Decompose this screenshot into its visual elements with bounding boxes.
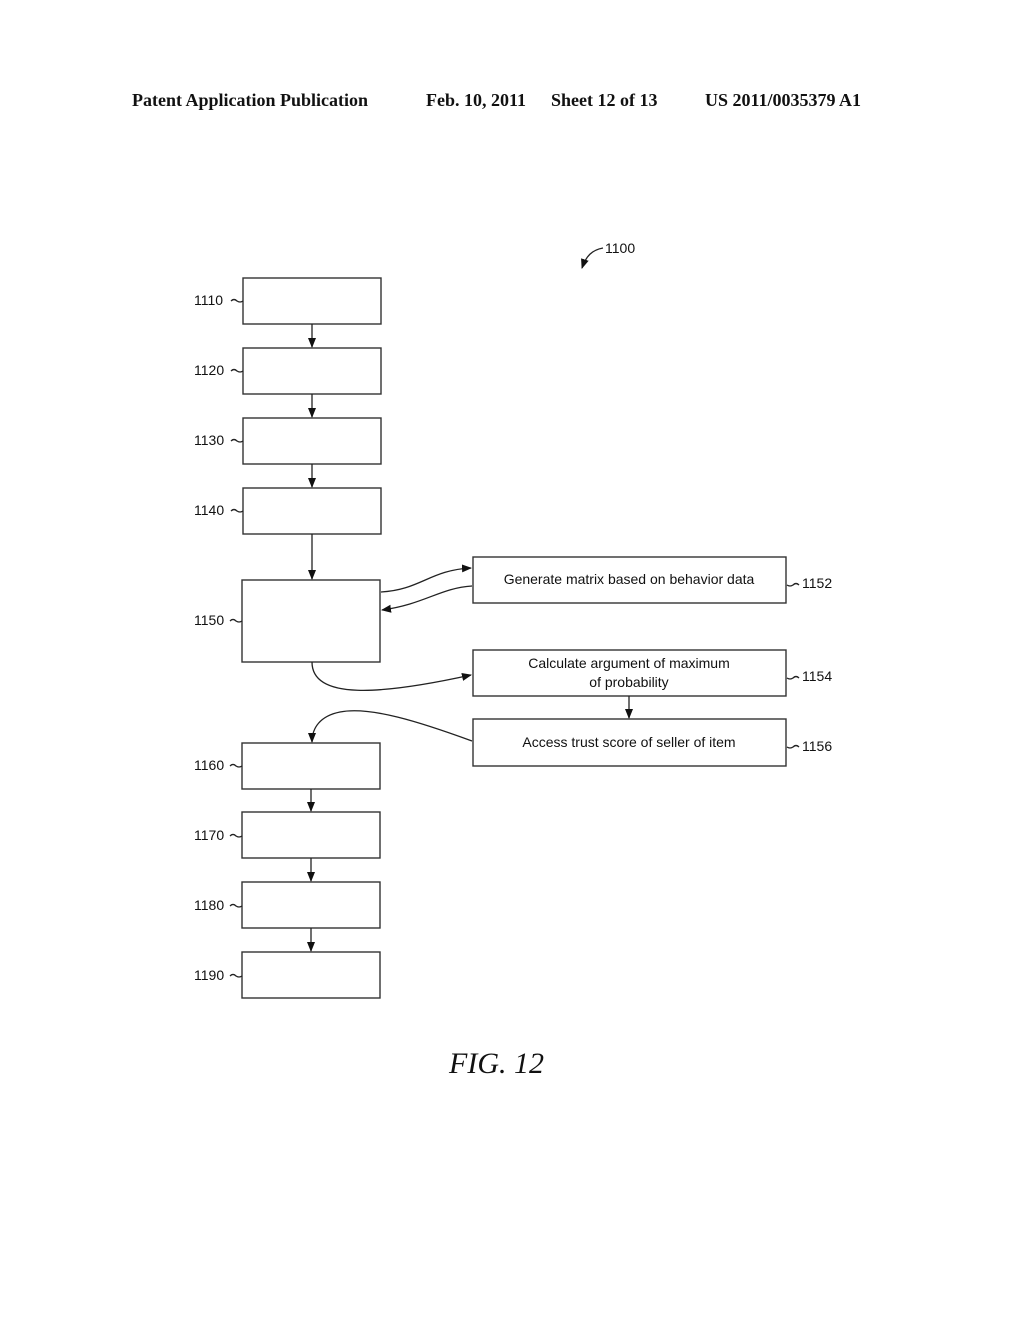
step-1150: 1150 <box>194 579 381 663</box>
step-box <box>241 742 381 790</box>
step-1110: 1110 <box>194 277 382 325</box>
step-ref: 1140 <box>194 502 224 518</box>
step-1130: 1130 <box>194 417 382 465</box>
step-box <box>242 277 382 325</box>
step-box <box>242 417 382 465</box>
arrow-1150-to-1154 <box>311 661 472 692</box>
leader-line <box>229 903 243 908</box>
step-box <box>241 811 381 859</box>
figure-label: FIG. 12 <box>448 1047 544 1080</box>
step-ref: 1180 <box>194 897 224 913</box>
step-1170: 1170 <box>194 811 381 859</box>
step-1190: 1190 <box>194 951 381 999</box>
step-box <box>241 579 381 663</box>
step-ref: 1160 <box>194 757 224 773</box>
step-ref: 1120 <box>194 362 224 378</box>
substep-ref: 1152 <box>802 575 832 591</box>
leader-line <box>229 763 243 768</box>
step-box <box>241 881 381 929</box>
figure-ref-arrow <box>581 247 604 269</box>
substep-ref: 1156 <box>802 738 832 754</box>
step-box <box>242 347 382 395</box>
step-1160: 1160 <box>194 742 381 790</box>
step-box <box>241 951 381 999</box>
step-ref: 1150 <box>194 612 224 628</box>
leader-line <box>229 618 243 623</box>
leader-line <box>786 675 800 680</box>
step-ref: 1190 <box>194 967 224 983</box>
arrow-1156-to-1160 <box>308 710 473 743</box>
step-box <box>242 487 382 535</box>
leader-line <box>230 508 244 513</box>
step-1120: 1120 <box>194 347 382 395</box>
substep-text-line1: Calculate argument of maximum <box>528 655 730 671</box>
leader-line <box>786 744 800 749</box>
substep-text-line2: of probability <box>589 674 668 690</box>
substep-1156: Access trust score of seller of item 115… <box>472 718 832 767</box>
figure-ref-label: 1100 <box>605 240 635 256</box>
leader-line <box>229 833 243 838</box>
flowchart: 1100 1110 1120 1130 1140 1150 1160 1170 … <box>194 240 832 1080</box>
leader-line <box>230 368 244 373</box>
leader-line <box>230 298 244 303</box>
substep-1152: Generate matrix based on behavior data 1… <box>472 556 832 604</box>
step-1180: 1180 <box>194 881 381 929</box>
substep-text: Access trust score of seller of item <box>522 734 735 750</box>
step-1140: 1140 <box>194 487 382 535</box>
substep-ref: 1154 <box>802 668 832 684</box>
substep-1154: Calculate argument of maximum of probabi… <box>472 649 832 697</box>
step-ref: 1110 <box>194 292 223 308</box>
leader-line <box>786 582 800 587</box>
leader-line <box>229 973 243 978</box>
leader-line <box>230 438 244 443</box>
step-ref: 1170 <box>194 827 224 843</box>
substep-text: Generate matrix based on behavior data <box>504 571 755 587</box>
step-ref: 1130 <box>194 432 224 448</box>
